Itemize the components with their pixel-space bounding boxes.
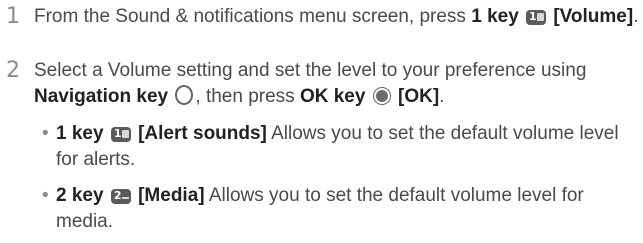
period: .: [633, 6, 639, 27]
step-number: 1: [6, 4, 20, 29]
key-2-icon: 2: [110, 189, 131, 204]
bullet-dot: •: [42, 185, 49, 206]
step-number: 2: [6, 58, 20, 83]
option-alert-sounds: • 1 key 1 [Alert sounds] Allows you to s…: [34, 121, 639, 177]
menu-label: [Media]: [138, 185, 205, 206]
key-1-icon: 1: [110, 127, 131, 142]
navigation-key-icon: [175, 85, 194, 105]
menu-label: [Alert sounds]: [138, 123, 267, 144]
key-label: 2 key: [56, 185, 104, 206]
menu-label: [Volume]: [553, 6, 634, 27]
step-1: 1 From the Sound & notifications menu sc…: [0, 4, 643, 60]
key-1-icon: 1: [526, 10, 547, 25]
option-media: • 2 key 2 [Media] Allows you to set the …: [34, 183, 639, 239]
step-instruction: From the Sound & notifications menu scre…: [34, 6, 466, 27]
ok-key-icon: [372, 87, 391, 105]
navigation-key-label: Navigation key: [34, 86, 169, 107]
step-instruction-cont: , then press: [195, 86, 295, 107]
ok-key-label: OK key: [299, 86, 366, 107]
option-description: Allows you to set the default volume lev…: [56, 185, 584, 232]
period: .: [439, 86, 445, 107]
bullet-dot: •: [42, 123, 49, 144]
step-text: Select a Volume setting and set the leve…: [34, 58, 639, 110]
option-text: 2 key 2 [Media] Allows you to set the de…: [56, 183, 639, 235]
ok-menu-label: [OK]: [398, 86, 440, 107]
step-instruction: Select a Volume setting and set the leve…: [34, 60, 587, 81]
step-text: From the Sound & notifications menu scre…: [34, 4, 639, 30]
key-label: 1 key: [471, 6, 519, 27]
key-label: 1 key: [56, 123, 104, 144]
step-2: 2 Select a Volume setting and set the le…: [0, 58, 643, 114]
option-text: 1 key 1 [Alert sounds] Allows you to set…: [56, 121, 639, 173]
